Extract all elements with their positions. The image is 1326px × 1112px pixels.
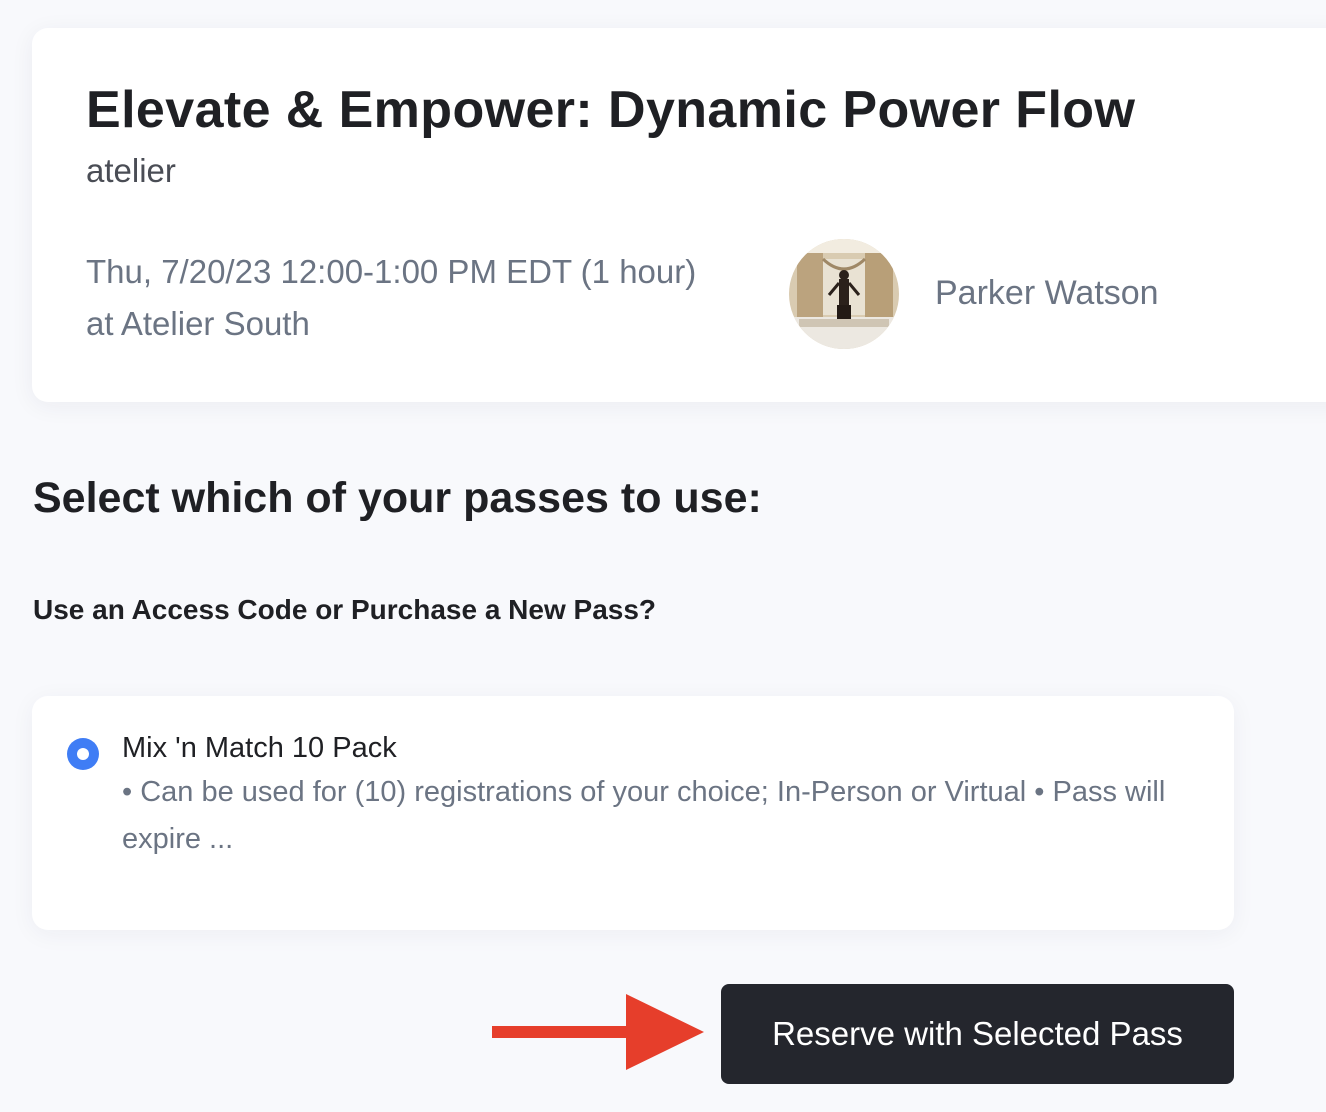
- class-details-card: Elevate & Empower: Dynamic Power Flow at…: [32, 28, 1326, 402]
- class-datetime: Thu, 7/20/23 12:00-1:00 PM EDT (1 hour): [86, 253, 697, 290]
- pass-option-card[interactable]: Mix 'n Match 10 Pack • Can be used for (…: [32, 696, 1234, 930]
- pass-name: Mix 'n Match 10 Pack: [122, 732, 397, 764]
- passes-subheading: Use an Access Code or Purchase a New Pas…: [33, 594, 657, 625]
- class-location: at Atelier South: [86, 305, 310, 342]
- instructor-name[interactable]: Parker Watson: [935, 274, 1159, 313]
- passes-heading: Select which of your passes to use:: [33, 474, 762, 522]
- arrow-right-icon: [492, 994, 704, 1070]
- studio-name: atelier: [86, 152, 176, 189]
- pass-radio-selected[interactable]: [67, 738, 99, 770]
- instructor-avatar: [789, 239, 899, 349]
- class-title: Elevate & Empower: Dynamic Power Flow: [86, 81, 1136, 139]
- reserve-button[interactable]: Reserve with Selected Pass: [721, 984, 1234, 1084]
- pass-description: • Can be used for (10) registrations of …: [122, 776, 1166, 855]
- class-schedule: Thu, 7/20/23 12:00-1:00 PM EDT (1 hour) …: [86, 246, 696, 350]
